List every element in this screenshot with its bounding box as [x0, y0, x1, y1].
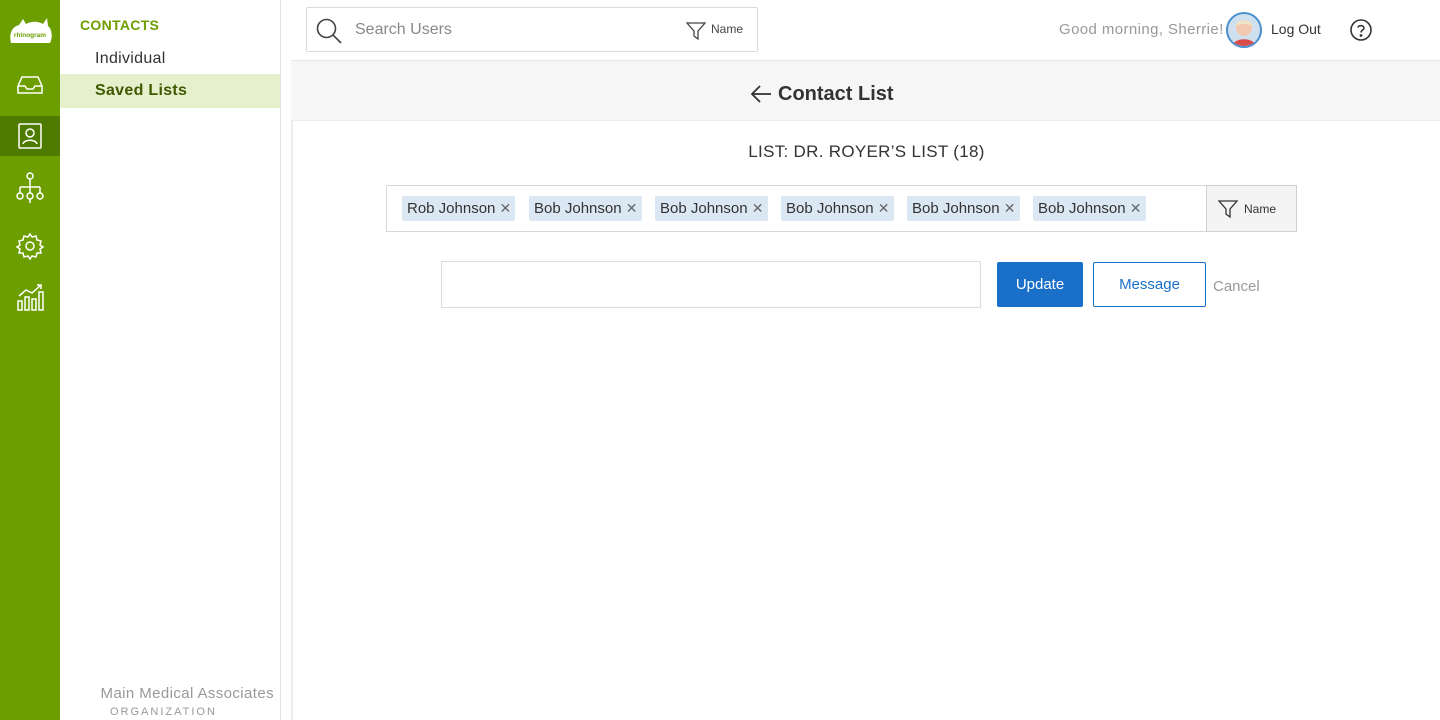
org-chart-icon [16, 172, 44, 206]
remove-tag-icon[interactable]: ✕ [495, 196, 515, 221]
avatar[interactable] [1226, 12, 1262, 48]
page-header: Contact List [291, 61, 1440, 121]
rhinogram-logo[interactable]: rhinogram [7, 13, 53, 47]
contact-tag-label: Bob Johnson [1038, 200, 1126, 217]
inbox-icon [16, 74, 44, 96]
contact-tag: Bob Johnson ✕ [1033, 196, 1146, 221]
user-search: Name [306, 7, 758, 52]
rail-item-settings[interactable] [0, 226, 60, 266]
rail-item-inbox[interactable] [0, 65, 60, 105]
contact-tag: Bob Johnson ✕ [907, 196, 1020, 221]
sidebar-item-saved-lists[interactable]: Saved Lists [60, 74, 280, 108]
tags-filter-label: Name [1244, 202, 1277, 216]
logout-link[interactable]: Log Out [1271, 21, 1321, 37]
remove-tag-icon[interactable]: ✕ [748, 196, 768, 221]
rail-item-analytics[interactable] [0, 277, 60, 317]
sidebar-section-title: CONTACTS [80, 17, 160, 33]
remove-tag-icon[interactable]: ✕ [1126, 196, 1146, 221]
remove-tag-icon[interactable]: ✕ [622, 196, 642, 221]
search-icon[interactable] [315, 17, 343, 50]
filter-icon [1217, 199, 1239, 224]
sidebar-item-label: Saved Lists [95, 82, 188, 99]
contact-tag-label: Bob Johnson [660, 200, 748, 217]
update-button[interactable]: Update [997, 262, 1083, 307]
app-rail: rhinogram [0, 0, 60, 720]
selected-contacts-field[interactable]: Rob Johnson ✕ Bob Johnson ✕ Bob Johnson … [386, 185, 1297, 232]
remove-tag-icon[interactable]: ✕ [874, 196, 894, 221]
svg-text:rhinogram: rhinogram [14, 32, 46, 39]
rail-item-organization[interactable] [0, 169, 60, 209]
rail-item-contacts[interactable] [0, 116, 60, 156]
search-input[interactable] [355, 16, 675, 44]
remove-tag-icon[interactable]: ✕ [1000, 196, 1020, 221]
contact-tag-label: Bob Johnson [534, 200, 622, 217]
contacts-sidebar: CONTACTS Individual Saved Lists Main Med… [60, 0, 281, 720]
page-title: Contact List [778, 83, 894, 105]
settings-gear-icon [16, 232, 44, 260]
contact-list-panel: LIST: DR. ROYER’S LIST (18) Rob Johnson … [291, 121, 1440, 720]
cancel-button[interactable]: Cancel [1213, 278, 1260, 295]
analytics-icon [16, 283, 44, 311]
contact-tag: Bob Johnson ✕ [781, 196, 894, 221]
organization-label: ORGANIZATION [110, 706, 217, 718]
list-name-input[interactable] [441, 261, 981, 308]
search-filter-label[interactable]: Name [711, 22, 743, 36]
contact-tag-label: Bob Johnson [786, 200, 874, 217]
contacts-icon [17, 122, 43, 150]
contact-tag-label: Rob Johnson [407, 200, 496, 217]
greeting-text: Good morning, Sherrie! [1059, 21, 1224, 38]
sidebar-item-label: Individual [95, 50, 166, 67]
contact-tag: Rob Johnson ✕ [402, 196, 516, 221]
filter-icon[interactable] [685, 21, 707, 46]
help-icon[interactable] [1349, 18, 1373, 47]
contact-tag: Bob Johnson ✕ [529, 196, 642, 221]
contact-tag-label: Bob Johnson [912, 200, 1000, 217]
list-title: LIST: DR. ROYER’S LIST (18) [748, 142, 985, 161]
tags-filter-button[interactable]: Name [1206, 185, 1297, 232]
contact-tag: Bob Johnson ✕ [655, 196, 768, 221]
message-button[interactable]: Message [1093, 262, 1206, 307]
back-arrow-icon[interactable] [749, 83, 773, 110]
organization-name: Main Medical Associates [100, 685, 274, 702]
sidebar-item-individual[interactable]: Individual [60, 42, 280, 76]
top-bar: Name Good morning, Sherrie! Log Out [291, 0, 1440, 61]
